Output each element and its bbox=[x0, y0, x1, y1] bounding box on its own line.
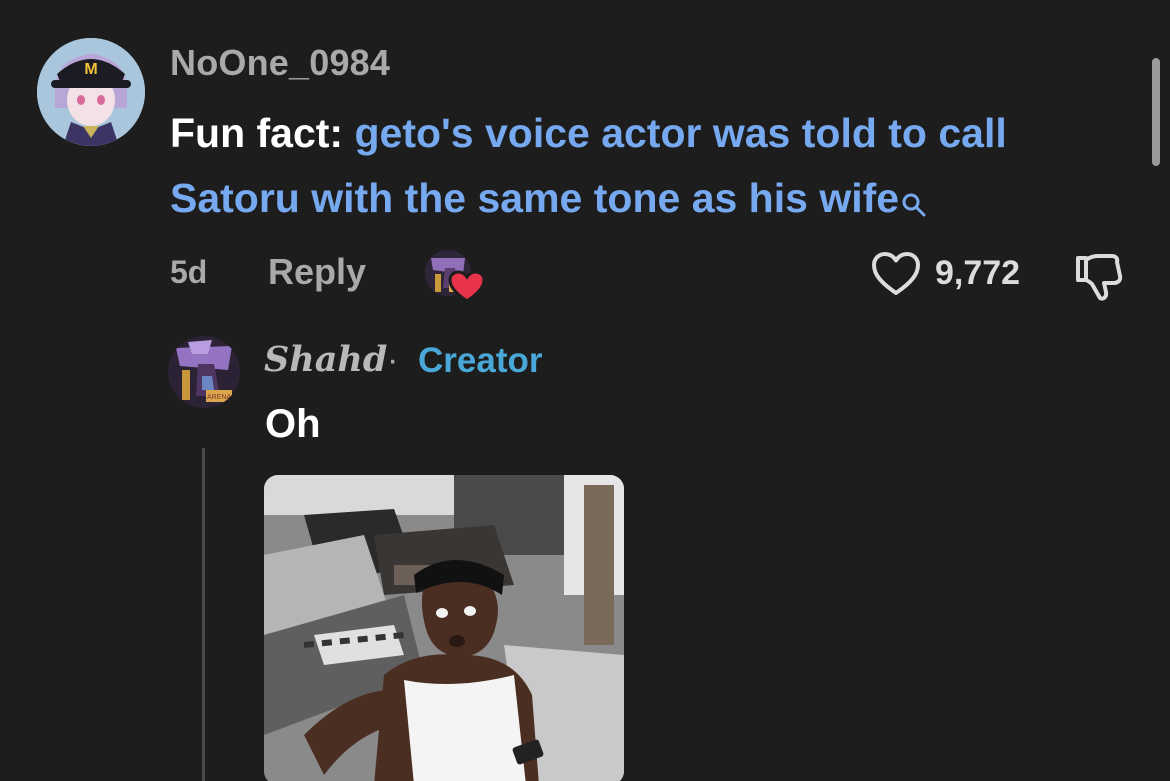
search-icon[interactable] bbox=[901, 172, 927, 237]
creator-badge: Creator bbox=[418, 341, 543, 380]
comment-text: Fun fact: geto's voice actor was told to… bbox=[170, 101, 1130, 237]
reply-username[interactable]: Shahd bbox=[264, 339, 387, 380]
like-count: 9,772 bbox=[935, 254, 1021, 292]
reply-gif[interactable] bbox=[264, 475, 624, 781]
reply-gif-image bbox=[264, 475, 624, 781]
reply-avatar[interactable]: ARENA bbox=[168, 336, 240, 408]
comment-timestamp: 5d bbox=[170, 254, 208, 290]
comment-text-prefix: Fun fact: bbox=[170, 110, 355, 156]
reply-separator: · bbox=[387, 341, 399, 379]
reply-text: Oh bbox=[265, 402, 321, 446]
svg-text:ARENA: ARENA bbox=[207, 394, 231, 401]
reply-button[interactable]: Reply bbox=[268, 251, 366, 293]
reply-thread-line bbox=[202, 448, 205, 781]
svg-text:M: M bbox=[84, 61, 97, 78]
heart-badge-icon bbox=[448, 270, 486, 304]
avatar-image: M bbox=[37, 38, 145, 146]
scrollbar[interactable] bbox=[1152, 58, 1160, 166]
heart-outline-icon[interactable] bbox=[870, 250, 922, 298]
avatar[interactable]: M bbox=[37, 38, 145, 146]
comment-username[interactable]: NoOne_0984 bbox=[170, 42, 390, 84]
thumbs-down-icon[interactable] bbox=[1070, 248, 1126, 304]
reply-avatar-image: ARENA bbox=[168, 336, 240, 408]
